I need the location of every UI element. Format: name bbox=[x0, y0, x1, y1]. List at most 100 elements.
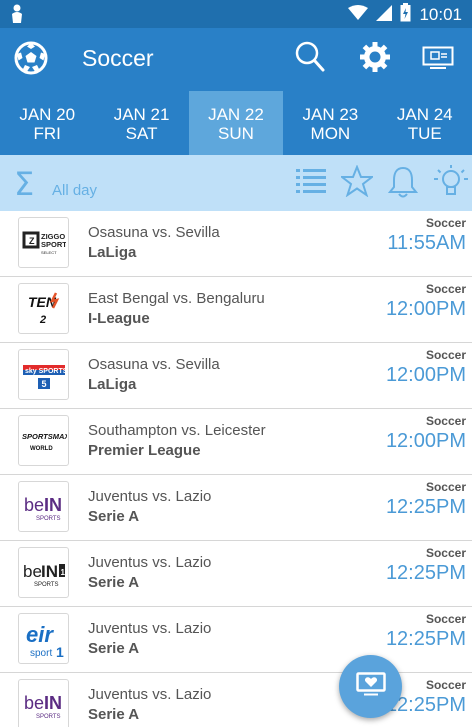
match-title: Southampton vs. Leicester bbox=[88, 422, 266, 439]
app-bar: Soccer bbox=[0, 28, 472, 91]
svg-text:sky SPORTS: sky SPORTS bbox=[25, 368, 66, 375]
channel-logo: be IN 1 SPORTS bbox=[18, 547, 69, 598]
list-item[interactable]: sky SPORTS 5 Osasuna vs. Sevilla LaLiga … bbox=[0, 343, 472, 409]
sport-label: Soccer bbox=[425, 612, 466, 626]
list-item[interactable]: Z ZIGGO SPORT SELECT Osasuna vs. Sevilla… bbox=[0, 211, 472, 277]
svg-text:1: 1 bbox=[56, 644, 64, 660]
league-name: LaLiga bbox=[88, 376, 137, 393]
sport-label: Soccer bbox=[425, 414, 466, 428]
tab-date: JAN 21 bbox=[113, 105, 170, 124]
svg-text:SPORTSMAX: SPORTSMAX bbox=[22, 432, 67, 441]
sport-label: Soccer bbox=[425, 348, 466, 362]
channel-logo: Z ZIGGO SPORT SELECT bbox=[18, 217, 69, 268]
list-icon[interactable] bbox=[296, 167, 326, 202]
tab-weekday: TUE bbox=[407, 124, 442, 143]
league-name: Serie A bbox=[88, 508, 140, 525]
svg-text:IN: IN bbox=[44, 693, 62, 713]
page-title: Soccer bbox=[82, 45, 154, 71]
wifi-icon bbox=[348, 4, 369, 26]
list-item[interactable]: TEN 2 East Bengal vs. Bengaluru I-League… bbox=[0, 277, 472, 343]
league-name: Serie A bbox=[88, 574, 140, 591]
sport-label: Soccer bbox=[425, 546, 466, 560]
match-title: Juventus vs. Lazio bbox=[88, 488, 212, 505]
list-item[interactable]: be IN 1 SPORTS Juventus vs. Lazio Serie … bbox=[0, 541, 472, 607]
tab-jan-21[interactable]: JAN 21 SAT bbox=[94, 91, 188, 155]
svg-text:2: 2 bbox=[39, 314, 46, 326]
settings-gear-icon[interactable] bbox=[358, 40, 392, 79]
match-title: Juventus vs. Lazio bbox=[88, 620, 212, 637]
lightbulb-icon[interactable] bbox=[433, 165, 469, 204]
list-item[interactable]: SPORTSMAX WORLD Southampton vs. Leiceste… bbox=[0, 409, 472, 475]
tab-weekday: FRI bbox=[33, 124, 61, 143]
time-filter-label[interactable]: All day bbox=[52, 182, 97, 199]
svg-text:5: 5 bbox=[41, 379, 46, 389]
match-title: Osasuna vs. Sevilla bbox=[88, 224, 220, 241]
league-name: Serie A bbox=[88, 706, 140, 723]
svg-text:Z: Z bbox=[29, 236, 35, 246]
match-title: East Bengal vs. Bengaluru bbox=[88, 290, 265, 307]
status-time: 10:01 bbox=[419, 5, 462, 24]
status-bar: 10:01 bbox=[0, 0, 472, 28]
star-icon[interactable] bbox=[339, 164, 375, 202]
svg-text:1: 1 bbox=[60, 568, 65, 577]
search-icon[interactable] bbox=[294, 40, 326, 79]
channel-logo: be IN SPORTS bbox=[18, 679, 69, 727]
soccer-ball-icon bbox=[14, 41, 48, 80]
start-time: 12:00PM bbox=[385, 364, 466, 386]
tab-weekday: SUN bbox=[218, 124, 254, 143]
start-time: 12:25PM bbox=[385, 628, 466, 650]
sigma-icon[interactable]: Σ bbox=[14, 165, 34, 203]
svg-text:IN: IN bbox=[44, 495, 62, 515]
sport-label: Soccer bbox=[425, 678, 466, 692]
person-icon bbox=[10, 4, 24, 29]
match-title: Juventus vs. Lazio bbox=[88, 554, 212, 571]
start-time: 11:55AM bbox=[387, 232, 466, 254]
filter-bar: Σ All day bbox=[0, 155, 472, 211]
tab-jan-22[interactable]: JAN 22 SUN bbox=[188, 91, 284, 155]
tab-date: JAN 24 bbox=[396, 105, 453, 124]
watch-tv-fab[interactable] bbox=[339, 655, 402, 718]
svg-text:IN: IN bbox=[41, 562, 58, 581]
channel-logo: TEN 2 bbox=[18, 283, 69, 334]
channel-logo: SPORTSMAX WORLD bbox=[18, 415, 69, 466]
start-time: 12:00PM bbox=[385, 430, 466, 452]
svg-text:be: be bbox=[24, 495, 44, 515]
match-title: Juventus vs. Lazio bbox=[88, 686, 212, 703]
signal-icon bbox=[376, 4, 393, 26]
tab-weekday: SAT bbox=[125, 124, 158, 143]
tab-date: JAN 22 bbox=[208, 105, 264, 124]
league-name: Premier League bbox=[88, 442, 201, 459]
svg-text:sport: sport bbox=[30, 648, 52, 659]
svg-text:SPORTS: SPORTS bbox=[34, 582, 59, 588]
channel-logo: eir sport 1 bbox=[18, 613, 69, 664]
match-title: Osasuna vs. Sevilla bbox=[88, 356, 220, 373]
date-tabs: JAN 20 FRI JAN 21 SAT JAN 22 SUN JAN 23 … bbox=[0, 91, 472, 155]
sport-label: Soccer bbox=[425, 282, 466, 296]
battery-icon bbox=[400, 3, 411, 27]
svg-text:SPORTS: SPORTS bbox=[36, 714, 61, 720]
channel-logo: sky SPORTS 5 bbox=[18, 349, 69, 400]
svg-text:SELECT: SELECT bbox=[41, 250, 57, 255]
svg-text:SPORTS: SPORTS bbox=[36, 516, 61, 522]
start-time: 12:25PM bbox=[385, 496, 466, 518]
listings: Z ZIGGO SPORT SELECT Osasuna vs. Sevilla… bbox=[0, 211, 472, 727]
league-name: I-League bbox=[88, 310, 150, 327]
svg-text:SPORT: SPORT bbox=[41, 240, 66, 249]
list-item[interactable]: be IN SPORTS Juventus vs. Lazio Serie A … bbox=[0, 475, 472, 541]
list-item[interactable]: eir sport 1 Juventus vs. Lazio Serie A S… bbox=[0, 607, 472, 673]
tv-heart-icon bbox=[355, 672, 386, 701]
tab-jan-20[interactable]: JAN 20 FRI bbox=[0, 91, 94, 155]
league-name: LaLiga bbox=[88, 244, 137, 261]
tab-jan-23[interactable]: JAN 23 MON bbox=[283, 91, 377, 155]
start-time: 12:00PM bbox=[385, 298, 466, 320]
bell-icon[interactable] bbox=[387, 165, 419, 204]
tab-weekday: MON bbox=[310, 124, 351, 143]
sport-label: Soccer bbox=[425, 480, 466, 494]
league-name: Serie A bbox=[88, 640, 140, 657]
cast-tv-icon[interactable] bbox=[422, 46, 454, 75]
svg-text:eir: eir bbox=[26, 622, 54, 647]
tab-date: JAN 20 bbox=[19, 105, 76, 124]
svg-text:be: be bbox=[24, 693, 44, 713]
tab-jan-24[interactable]: JAN 24 TUE bbox=[378, 91, 472, 155]
svg-text:be: be bbox=[23, 562, 42, 581]
